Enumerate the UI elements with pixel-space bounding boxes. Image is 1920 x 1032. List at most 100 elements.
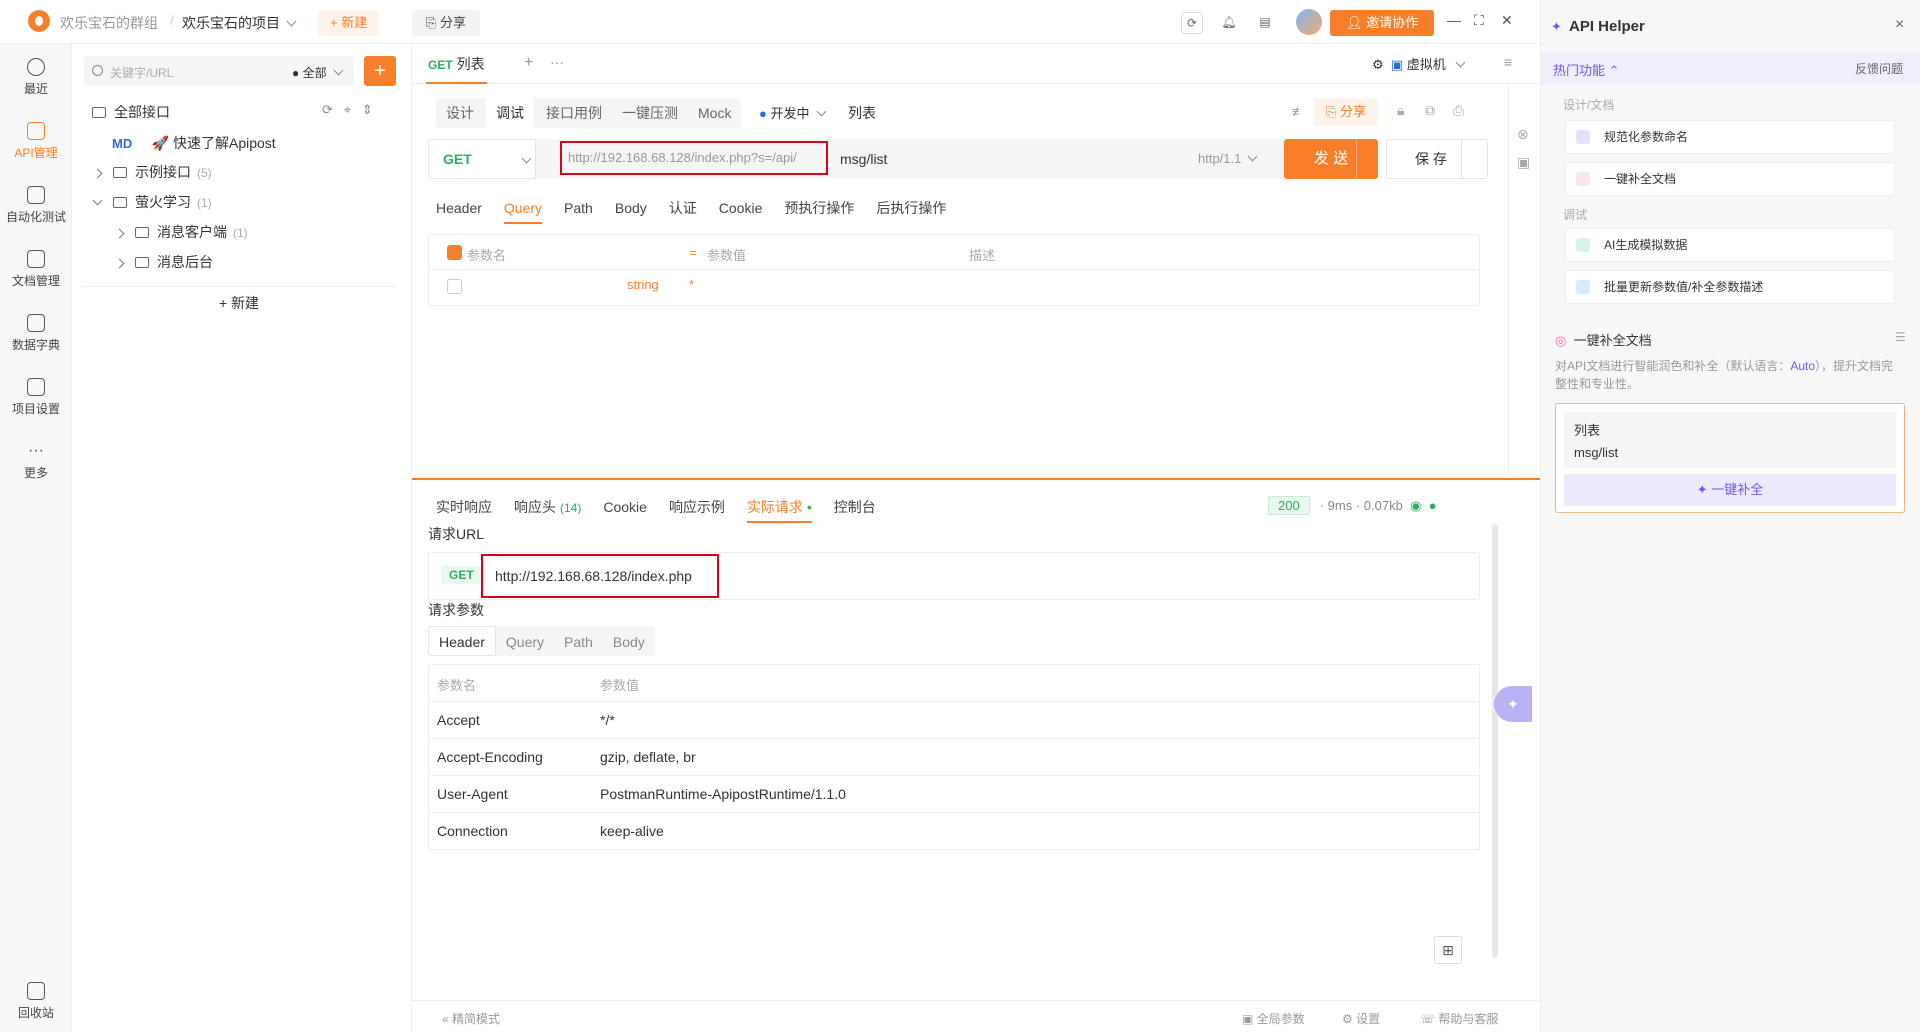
nav-trash[interactable]: 回收站 [0,982,72,1021]
share-api-button[interactable]: ⎘ 分享 [1314,98,1379,126]
notes-icon[interactable]: ▤ [1254,12,1276,34]
team-name[interactable]: 欢乐宝石的群组 [60,13,158,33]
feature-batch-update[interactable]: 批量更新参数值/补全参数描述 [1565,270,1895,304]
ai-helper-toggle[interactable]: ✦ [1494,686,1532,722]
locate-icon[interactable]: ⌖ [344,102,351,117]
nav-docs[interactable]: 文档管理 [0,250,72,289]
close-icon[interactable]: × [1895,16,1904,34]
tab-pre-script[interactable]: 预执行操作 [784,192,854,224]
tab-design[interactable]: 设计 [436,98,484,128]
tab-live-response[interactable]: 实时响应 [436,491,492,523]
tab-debug[interactable]: 调试 [486,98,534,128]
panel-splitter[interactable] [412,478,1540,480]
tree-item-backend[interactable]: 消息后台 [114,252,213,272]
download-icon[interactable]: ● [1429,498,1437,513]
globe-icon[interactable]: ◉ [1410,498,1421,513]
print-icon[interactable]: ⎙ [1453,102,1464,119]
tab-stress[interactable]: 一键压测 [612,98,688,128]
close-icon[interactable]: ✕ [1501,12,1513,29]
tab-response-example[interactable]: 响应示例 [669,491,725,523]
nav-recent[interactable]: 最近 [0,58,72,97]
tree-item-examples[interactable]: 示例接口 (5) [92,162,212,182]
complete-all-button[interactable]: ✦ 一键补全 [1564,474,1896,506]
url-prefix-input[interactable]: http://192.168.68.128/index.php?s=/api/ [560,141,828,175]
save-button[interactable]: 保 存 [1386,139,1488,179]
nav-api[interactable]: API管理 [0,122,72,161]
tab-more-icon[interactable]: ··· [550,54,564,70]
tab-query[interactable]: Query [503,192,543,224]
param-type[interactable]: string [627,277,659,292]
info-icon[interactable]: ⊗ [1517,126,1529,143]
tab-console[interactable]: 控制台 [834,491,876,523]
status-select[interactable]: ● 开发中 [759,103,826,122]
protocol-select[interactable]: http/1.1 [1198,151,1258,166]
share-button[interactable]: ⎘ 分享 [412,10,481,36]
collapse-icon[interactable]: ⇕ [362,102,373,117]
refresh-icon[interactable]: ⟳ [322,102,333,117]
doc-tab-list[interactable]: GET 列表 [426,44,487,84]
bell-icon[interactable]: 🔔︎ [1218,12,1240,34]
tab-path[interactable]: Path [564,192,593,224]
tab-post-script[interactable]: 后执行操作 [876,192,946,224]
send-dropdown-icon[interactable] [1356,139,1378,179]
menu-icon[interactable]: ≡ [1504,54,1512,70]
compact-mode[interactable]: « 精简模式 [442,1010,500,1027]
invite-button[interactable]: 👤︎ 邀请协作 [1330,10,1435,36]
sync-icon[interactable]: ⟳ [1181,12,1203,34]
feature-complete-docs[interactable]: 一键补全文档 [1565,162,1895,196]
tab-actual-request[interactable]: 实际请求 • [746,491,812,523]
send-button[interactable]: 发 送 [1284,139,1378,179]
hot-features-toggle[interactable]: 热门功能 ⌃ [1553,60,1620,79]
required-mark[interactable]: * [689,277,694,292]
feature-normalize[interactable]: 规范化参数命名 [1565,120,1895,154]
add-tab-icon[interactable]: + [524,54,533,72]
search-input[interactable]: 关键字/URL ● 全部 [84,56,354,86]
lock-icon[interactable]: 🔒︎ [1397,102,1404,119]
request-url-value[interactable]: http://192.168.68.128/index.php [481,554,719,598]
help[interactable]: ☏ 帮助与客服 [1420,1010,1498,1027]
options-icon[interactable]: ☰ [1895,330,1906,344]
seg-query[interactable]: Query [496,627,554,657]
env-select[interactable]: ⚙ ▣ 虚拟机 [1372,54,1466,73]
tab-header[interactable]: Header [436,192,482,224]
tab-response-cookie[interactable]: Cookie [603,491,647,523]
format-icon[interactable]: ≢ [1292,104,1305,119]
tab-cookie[interactable]: Cookie [719,192,763,224]
add-button[interactable]: + [364,56,396,86]
row-checkbox[interactable] [447,279,462,294]
tree-item-quickstart[interactable]: MD 🚀 快速了解Apipost [112,133,276,153]
tab-mock[interactable]: Mock [688,98,741,128]
scrollbar[interactable] [1492,524,1498,958]
minimize-icon[interactable]: — [1447,12,1461,28]
tab-response-headers[interactable]: 响应头 (14) [514,491,581,523]
seg-header[interactable]: Header [428,626,496,656]
api-name[interactable]: 列表 [848,103,876,123]
project-selector[interactable]: 欢乐宝石的项目 [182,13,297,33]
nav-settings[interactable]: 项目设置 [0,378,72,417]
feedback-link[interactable]: 反馈问题 [1855,60,1903,77]
panel-icon[interactable]: ▣ [1517,154,1530,171]
seg-body[interactable]: Body [603,627,655,657]
nav-automation[interactable]: 自动化测试 [0,186,72,225]
copy-icon[interactable]: ⧉ [1425,102,1435,119]
scope-select[interactable]: ● 全部 [292,64,344,81]
tab-auth[interactable]: 认证 [669,192,697,224]
tree-new-button[interactable]: + 新建 [82,286,396,318]
tab-body[interactable]: Body [615,192,647,224]
url-path-input[interactable]: msg/list [840,151,887,167]
global-params[interactable]: ▣ 全局参数 [1242,1010,1305,1027]
maximize-icon[interactable]: ⛶ [1474,12,1484,29]
nav-more[interactable]: ··· 更多 [0,442,72,481]
settings[interactable]: ⚙ 设置 [1342,1010,1380,1027]
avatar[interactable] [1296,9,1322,35]
nav-dict[interactable]: 数据字典 [0,314,72,353]
save-dropdown-icon[interactable] [1461,140,1487,178]
tab-cases[interactable]: 接口用例 [536,98,612,128]
select-all-checkbox[interactable] [447,245,462,260]
new-button[interactable]: + 新建 [318,10,380,36]
seg-path[interactable]: Path [554,627,603,657]
method-select[interactable]: GET [428,139,536,179]
all-apis[interactable]: 全部接口 [92,102,170,122]
layout-icon[interactable]: ⊞ [1434,936,1462,964]
tree-item-client[interactable]: 消息客户端 (1) [114,222,248,242]
